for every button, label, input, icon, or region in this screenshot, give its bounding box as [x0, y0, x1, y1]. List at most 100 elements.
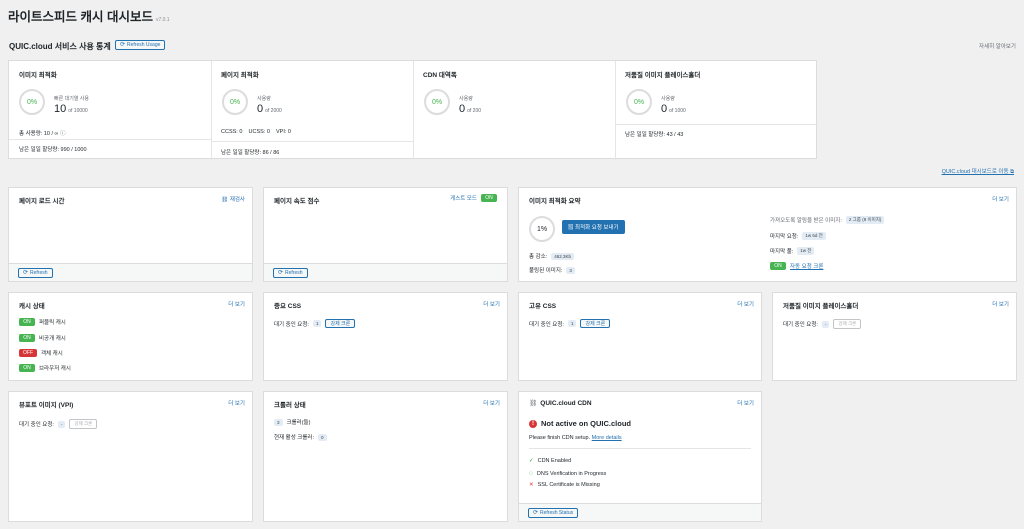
usage-stat-label: 사용량 [257, 96, 271, 102]
queue-label: 대기 중인 요청: [783, 322, 818, 328]
more-link[interactable]: 더 보기 [483, 399, 500, 407]
refresh-label: Refresh [30, 270, 48, 276]
more-details-link[interactable]: More details [592, 435, 622, 441]
more-link[interactable]: 더 보기 [992, 300, 1009, 308]
quic-cdn-title-text: QUIC.cloud CDN [540, 399, 592, 407]
image-opt-summary-title: 이미지 최적화 요약 [529, 198, 581, 205]
guest-mode-toggle[interactable]: 게스트 모드 ON [450, 194, 497, 202]
usage-of: of 10000 [68, 108, 88, 114]
queue-value: 1 [312, 320, 322, 327]
more-link[interactable]: 더 보기 [228, 399, 245, 407]
usage-ring: 0% [222, 89, 248, 115]
queue-row: 대기 중인 요청: 1 강제 크론 [274, 319, 356, 328]
usage-quota-line: 남은 일일 할당량: 43 / 43 [625, 132, 684, 138]
force-cron-button[interactable]: 강제 크론 [833, 319, 862, 329]
status-badge: ON [19, 334, 35, 342]
usage-value: 10 [54, 103, 67, 115]
refresh-button[interactable]: ⟳ Refresh [273, 268, 308, 278]
unique-css-card: 고유 CSS 더 보기 대기 중인 요청: 1 강제 크론 [518, 292, 762, 381]
reduced-row: 총 감소: 462.3Kb [529, 252, 575, 260]
recheck-link[interactable]: ⛓ 재검사 [221, 195, 245, 203]
more-link[interactable]: 더 보기 [737, 300, 754, 308]
more-link[interactable]: 더 보기 [483, 300, 500, 308]
pulled-label: 풀링된 이미지: [529, 268, 563, 274]
check-icon: ✓ [529, 458, 534, 464]
usage-stat-label: 사용량 [661, 96, 675, 102]
refresh-status-button[interactable]: ⟳ Refresh Status [528, 508, 579, 518]
more-link[interactable]: 더 보기 [228, 300, 245, 308]
status-badge: ON [19, 364, 35, 372]
refresh-usage-button[interactable]: ⟳ Refresh Usage [115, 40, 166, 50]
usage-card-title: 페이지 최적화 [221, 72, 259, 79]
info-icon[interactable]: ⓘ [60, 131, 66, 137]
last-pull-row: 마지막 풀: 1w 전 [770, 247, 815, 255]
crawler-title: 크롤러 상태 [274, 402, 306, 409]
cache-item-label: 브라우저 캐시 [39, 366, 71, 372]
last-request-value: 1w 6d 전 [802, 232, 826, 240]
cdn-check-item: ✕ SSL Certificate is Missing [529, 482, 600, 488]
image-opt-summary-card: 이미지 최적화 요약 더 보기 1% ▧ 최적화 요청 보내기 총 감소: 462… [518, 187, 1017, 282]
lqip-card: 저품질 이미지 플레이스홀더 더 보기 대기 중인 요청: - 강제 크론 [772, 292, 1017, 381]
queue-value: - [821, 320, 830, 328]
error-icon: ! [529, 419, 537, 428]
force-cron-button[interactable]: 강제 크론 [325, 319, 356, 328]
pulled-value: 3 [566, 266, 575, 274]
learn-more-link[interactable]: 자세히 알아보기 [979, 42, 1016, 50]
force-cron-button[interactable]: 강제 크론 [69, 419, 98, 429]
usage-page-opt: 페이지 최적화 0% 사용량 0 of 2000 CCSS: 0 UCSS: 0 … [212, 61, 413, 160]
queue-label: 대기 중인 요청: [19, 422, 54, 428]
auto-request-cron-toggle[interactable]: ON 자동 요청 크론 [770, 262, 823, 270]
queue-row: 대기 중인 요청: - 강제 크론 [19, 419, 98, 429]
notified-row: 가져오도록 알림을 받은 이미지: 2 그룹 (9 이미지) [770, 216, 885, 224]
cdn-finish-text: Please finish CDN setup. [529, 435, 591, 441]
notified-label: 가져오도록 알림을 받은 이미지: [770, 218, 842, 224]
usage-of: of 1000 [669, 108, 686, 114]
cache-item: ON 퍼블릭 캐시 [19, 318, 66, 326]
refresh-button[interactable]: ⟳ Refresh [18, 268, 53, 278]
crawler-active-row: 현재 활성 크롤러: 0 [274, 433, 327, 441]
usage-lqip: 저품질 이미지 플레이스홀더 0% 사용량 0 of 1000 남은 일일 할당량… [616, 61, 818, 160]
page-load-card: 페이지 로드 시간 ⛓ 재검사 ⟳ Refresh [8, 187, 253, 282]
cache-item: ON 브라우저 캐시 [19, 364, 71, 372]
quic-cdn-card: ⛓ QUIC.cloud CDN 더 보기 ! Not active on QUI… [518, 391, 762, 522]
crawler-active-label: 현재 활성 크롤러: [274, 435, 315, 441]
critical-css-card: 중요 CSS 더 보기 대기 중인 요청: 1 강제 크론 [263, 292, 508, 381]
send-optimization-label: 최적화 요청 보내기 [575, 225, 619, 231]
refresh-icon: ⟳ [23, 270, 29, 276]
queue-label: 대기 중인 요청: [529, 321, 564, 328]
quic-dashboard-link[interactable]: QUIC.cloud 대시보드로 이동 ⧉ [942, 167, 1014, 176]
usage-value: 0 [661, 103, 668, 115]
usage-section-title: QUIC.cloud 서비스 사용 통계 [9, 41, 111, 52]
crawler-count: 3 [274, 418, 283, 426]
progress-icon: ◌ [529, 470, 533, 477]
usage-quota-line: 남은 일일 할당량: 86 / 86 [221, 150, 280, 156]
more-link[interactable]: 더 보기 [737, 399, 754, 407]
usage-stat-label: 빠른 대기열 사용 [54, 96, 89, 102]
image-icon: ▧ [568, 225, 574, 231]
guest-mode-label: 게스트 모드 [450, 196, 477, 202]
recheck-link-text: 재검사 [229, 197, 245, 203]
usage-stat-label: 사용량 [459, 96, 473, 102]
crawler-active-value: 0 [318, 433, 327, 441]
quic-cdn-title: ⛓ QUIC.cloud CDN [529, 399, 592, 408]
send-optimization-button[interactable]: ▧ 최적화 요청 보내기 [562, 220, 625, 234]
cdn-check-item: ◌ DNS Verification in Progress [529, 470, 606, 477]
usage-stat-value: 0 of 1000 [661, 103, 686, 115]
force-cron-button[interactable]: 강제 크론 [580, 319, 611, 328]
usage-total-text: 총 사용량: 10 / ∞ [19, 131, 59, 137]
cache-item: OFF 객체 캐시 [19, 349, 63, 357]
more-link[interactable]: 더 보기 [992, 195, 1009, 203]
cdn-check-item: ✓ CDN Enabled [529, 458, 571, 464]
page-title: 라이트스피드 캐시 대시보드 v7.0.1 [8, 6, 170, 25]
guest-mode-on-badge: ON [481, 194, 497, 202]
last-pull-value: 1w 전 [797, 247, 815, 255]
cdn-status: ! Not active on QUIC.cloud [529, 419, 631, 428]
cache-status-card: 캐시 상태 더 보기 ON 퍼블릭 캐시 ON 비공개 캐시 OFF 객체 캐시 ON… [8, 292, 253, 381]
refresh-icon: ⟳ [120, 42, 126, 48]
cache-item-label: 비공개 캐시 [39, 336, 66, 342]
pulled-row: 풀링된 이미지: 3 [529, 266, 575, 274]
unique-css-title: 고유 CSS [529, 303, 557, 310]
refresh-icon: ⟳ [533, 510, 539, 516]
version-label: v7.0.1 [155, 17, 170, 23]
usage-value: 0 [459, 103, 466, 115]
